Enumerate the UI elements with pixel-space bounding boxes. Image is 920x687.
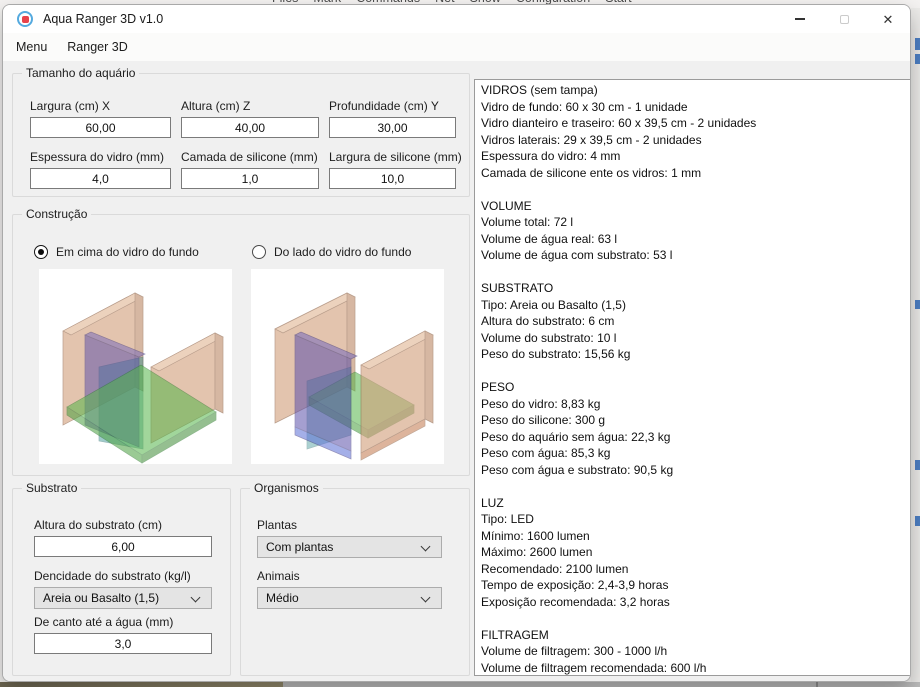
field-label: Altura do substrato (cm)	[34, 518, 212, 532]
densidade-substrato-select[interactable]: Areia ou Basalto (1,5)	[34, 587, 212, 609]
field-altura: Altura (cm) Z 40,00	[181, 99, 319, 138]
window-title: Aqua Ranger 3D v1.0	[43, 12, 163, 26]
field-label: Largura (cm) X	[30, 99, 171, 113]
radio-em-cima-do-vidro[interactable]: Em cima do vidro do fundo	[34, 245, 199, 259]
close-button[interactable]: ✕	[866, 5, 910, 33]
group-substrato: Substrato Altura do substrato (cm) 6,00 …	[12, 488, 231, 676]
construction-on-side-image	[251, 269, 444, 464]
maximize-button[interactable]	[822, 5, 866, 33]
construction-on-top-image	[39, 269, 232, 464]
field-label: De canto até a água (mm)	[34, 615, 212, 629]
field-espessura-vidro: Espessura do vidro (mm) 4,0	[30, 150, 171, 189]
app-window: Aqua Ranger 3D v1.0 ✕ Menu Ranger 3D Tam…	[2, 4, 911, 682]
field-label: Animais	[257, 569, 442, 583]
field-label: Dencidade do substrato (kg/l)	[34, 569, 212, 583]
minimize-icon	[795, 18, 805, 20]
group-title: Substrato	[22, 481, 81, 496]
app-icon	[17, 11, 33, 27]
aquarium-isometric-on-side	[251, 269, 444, 464]
chevron-down-icon	[421, 593, 431, 603]
largura-input[interactable]: 60,00	[30, 117, 171, 138]
field-label: Altura (cm) Z	[181, 99, 319, 113]
field-largura-silicone: Largura de silicone (mm) 10,0	[329, 150, 456, 189]
largura-silicone-input[interactable]: 10,0	[329, 168, 456, 189]
field-label: Espessura do vidro (mm)	[30, 150, 171, 164]
field-altura-substrato: Altura do substrato (cm) 6,00	[34, 518, 212, 557]
menu-item-ranger3d[interactable]: Ranger 3D	[57, 35, 137, 59]
group-title: Tamanho do aquário	[22, 66, 139, 81]
aquarium-isometric-on-top	[39, 269, 232, 464]
field-animais: Animais Médio	[257, 569, 442, 609]
radio-label: Do lado do vidro do fundo	[274, 245, 411, 259]
report-panel: VIDROS (sem tampa) Vidro de fundo: 60 x …	[474, 79, 911, 676]
maximize-icon	[840, 15, 849, 24]
selected-value: Com plantas	[266, 540, 333, 554]
field-plantas: Plantas Com plantas	[257, 518, 442, 558]
client-area: Tamanho do aquário Largura (cm) X 60,00 …	[3, 61, 910, 682]
espessura-vidro-input[interactable]: 4,0	[30, 168, 171, 189]
group-construcao: Construção Em cima do vidro do fundo Do …	[12, 214, 470, 476]
plantas-select[interactable]: Com plantas	[257, 536, 442, 558]
field-densidade-substrato: Dencidade do substrato (kg/l) Areia ou B…	[34, 569, 212, 609]
radio-do-lado-do-vidro[interactable]: Do lado do vidro do fundo	[252, 245, 411, 259]
field-canto-agua: De canto até a água (mm) 3,0	[34, 615, 212, 654]
field-label: Largura de silicone (mm)	[329, 150, 456, 164]
menu-item-menu[interactable]: Menu	[6, 35, 57, 59]
chevron-down-icon	[191, 593, 201, 603]
profundidade-input[interactable]: 30,00	[329, 117, 456, 138]
chevron-down-icon	[421, 542, 431, 552]
altura-substrato-input[interactable]: 6,00	[34, 536, 212, 557]
field-label: Camada de silicone (mm)	[181, 150, 319, 164]
field-largura: Largura (cm) X 60,00	[30, 99, 171, 138]
animais-select[interactable]: Médio	[257, 587, 442, 609]
selected-value: Médio	[266, 591, 299, 605]
background-window-right-edge	[911, 8, 920, 682]
group-title: Construção	[22, 207, 91, 222]
radio-unselected-icon	[252, 245, 266, 259]
altura-input[interactable]: 40,00	[181, 117, 319, 138]
close-icon: ✕	[883, 13, 894, 26]
camada-silicone-input[interactable]: 1,0	[181, 168, 319, 189]
menubar: Menu Ranger 3D	[3, 33, 910, 61]
group-tamanho-do-aquario: Tamanho do aquário Largura (cm) X 60,00 …	[12, 73, 470, 197]
window-controls: ✕	[778, 5, 910, 33]
selected-value: Areia ou Basalto (1,5)	[43, 591, 159, 605]
desktop-bottom-sliver	[0, 682, 920, 687]
field-camada-silicone: Camada de silicone (mm) 1,0	[181, 150, 319, 189]
titlebar: Aqua Ranger 3D v1.0 ✕	[3, 5, 910, 33]
radio-label: Em cima do vidro do fundo	[56, 245, 199, 259]
field-label: Profundidade (cm) Y	[329, 99, 456, 113]
group-title: Organismos	[250, 481, 323, 496]
radio-selected-icon	[34, 245, 48, 259]
field-profundidade: Profundidade (cm) Y 30,00	[329, 99, 456, 138]
minimize-button[interactable]	[778, 5, 822, 33]
field-label: Plantas	[257, 518, 442, 532]
canto-agua-input[interactable]: 3,0	[34, 633, 212, 654]
group-organismos: Organismos Plantas Com plantas Animais M…	[240, 488, 470, 676]
